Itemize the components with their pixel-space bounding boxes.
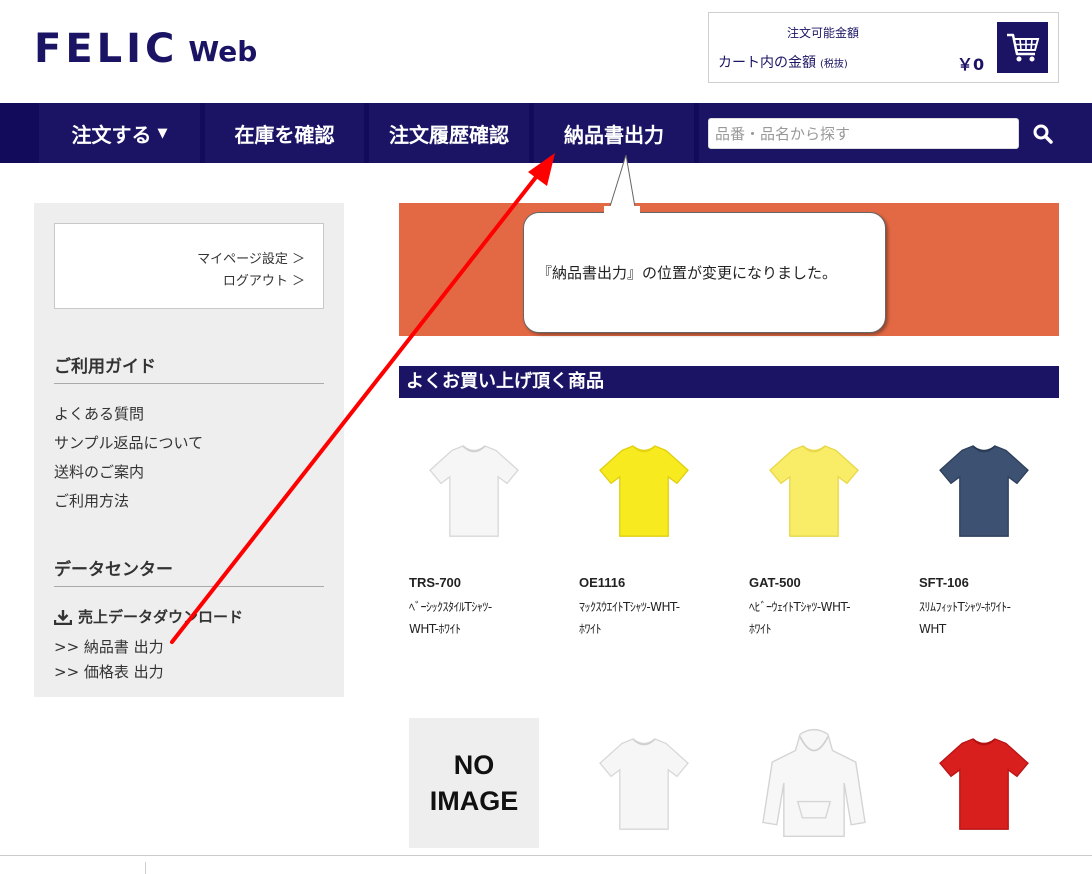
sidebar: マイページ設定 ＞ ログアウト ＞ ご利用ガイド よくある質問 サンプル返品につ… xyxy=(34,203,344,697)
product-code[interactable]: SFT-106 xyxy=(919,575,1049,590)
product-card[interactable]: SFT-106 ｽﾘﾑﾌｨｯﾄTｼｬﾂ-ﾎﾜｲﾄ- WHT xyxy=(919,425,1049,640)
yellow-tshirt-image[interactable] xyxy=(579,425,709,555)
nav-order-label: 注文する xyxy=(71,122,152,147)
light-yellow-tshirt-image[interactable] xyxy=(749,425,879,555)
white-tshirt-image[interactable] xyxy=(409,425,539,555)
search-icon[interactable] xyxy=(1029,120,1057,148)
navy-tshirt-image[interactable] xyxy=(919,425,1049,555)
product-card[interactable] xyxy=(749,718,879,848)
tax-note: (税抜) xyxy=(820,59,848,70)
main-nav: 注文する ▼ 在庫を確認 注文履歴確認 納品書出力 xyxy=(0,103,1092,163)
product-name[interactable]: ﾍﾞｰｼｯｸｽﾀｲﾙTｼｬﾂ- WHT-ﾎﾜｲﾄ xyxy=(409,596,539,640)
product-code[interactable]: TRS-700 xyxy=(409,575,539,590)
chevron-down-icon: ▼ xyxy=(157,125,168,141)
white-hoodie-image[interactable] xyxy=(749,718,879,848)
order-available-label: 注文可能金額 xyxy=(787,26,860,40)
white-tshirt-image[interactable] xyxy=(579,718,709,848)
popular-products-title: よくお買い上げ頂く商品 xyxy=(399,366,1059,398)
mypage-settings-link[interactable]: マイページ設定 ＞ xyxy=(197,248,305,267)
nav-order-history-label: 注文履歴確認 xyxy=(389,122,509,147)
price-list-output-link[interactable]: >> 価格表 出力 xyxy=(54,661,164,682)
cart-summary: 注文可能金額 カート内の金額 (税抜) ￥0 xyxy=(708,12,1059,83)
sales-data-download-label: 売上データダウンロード xyxy=(78,608,244,626)
product-card[interactable] xyxy=(579,718,709,848)
logout-link[interactable]: ログアウト ＞ xyxy=(223,270,305,289)
product-name[interactable]: ﾏｯｸｽｳｴｲﾄTｼｬﾂ-WHT- ﾎﾜｲﾄ xyxy=(579,596,709,640)
bottom-scrollbar[interactable] xyxy=(0,855,1092,874)
callout-text: 『納品書出力』の位置が変更になりました。 xyxy=(537,264,838,282)
sample-return-link[interactable]: サンプル返品について xyxy=(54,432,203,453)
cart-amount-label: カート内の金額 (税抜) xyxy=(718,55,848,71)
product-card[interactable]: GAT-500 ﾍﾋﾞｰｳｪｲﾄTｼｬﾂ-WHT- ﾎﾜｲﾄ xyxy=(749,425,879,640)
data-center-heading: データセンター xyxy=(54,555,324,587)
search-area xyxy=(699,103,1092,163)
cart-amount-value: ￥0 xyxy=(957,55,985,74)
notice-callout: 『納品書出力』の位置が変更になりました。 xyxy=(523,212,886,333)
mypage-box: マイページ設定 ＞ ログアウト ＞ xyxy=(54,223,324,309)
shipping-info-link[interactable]: 送料のご案内 xyxy=(54,461,144,482)
nav-stock[interactable]: 在庫を確認 xyxy=(205,103,364,163)
no-image-placeholder[interactable]: NO IMAGE xyxy=(409,718,539,848)
guide-heading: ご利用ガイド xyxy=(54,352,324,384)
logo-felic: FELIC xyxy=(34,26,179,72)
nav-order-history[interactable]: 注文履歴確認 xyxy=(369,103,529,163)
callout-tail-join xyxy=(604,206,640,218)
product-code[interactable]: GAT-500 xyxy=(749,575,879,590)
delivery-note-output-link[interactable]: >> 納品書 出力 xyxy=(54,636,164,657)
search-input[interactable] xyxy=(708,118,1019,149)
nav-delivery-note-label: 納品書出力 xyxy=(564,122,664,147)
product-name[interactable]: ﾍﾋﾞｰｳｪｲﾄTｼｬﾂ-WHT- ﾎﾜｲﾄ xyxy=(749,596,879,640)
nav-order[interactable]: 注文する ▼ xyxy=(39,103,200,163)
site-logo[interactable]: FELIC Web xyxy=(34,26,257,70)
bottom-divider xyxy=(145,862,146,874)
sales-data-download-link[interactable]: 売上データダウンロード xyxy=(54,606,243,627)
logo-web: Web xyxy=(188,35,258,68)
product-card[interactable]: NO IMAGE xyxy=(409,718,539,848)
product-code[interactable]: OE1116 xyxy=(579,575,709,590)
product-card[interactable]: OE1116 ﾏｯｸｽｳｴｲﾄTｼｬﾂ-WHT- ﾎﾜｲﾄ xyxy=(579,425,709,640)
download-icon xyxy=(54,609,72,625)
product-name[interactable]: ｽﾘﾑﾌｨｯﾄTｼｬﾂ-ﾎﾜｲﾄ- WHT xyxy=(919,596,1049,640)
faq-link[interactable]: よくある質問 xyxy=(54,403,144,424)
product-card[interactable]: TRS-700 ﾍﾞｰｼｯｸｽﾀｲﾙTｼｬﾂ- WHT-ﾎﾜｲﾄ xyxy=(409,425,539,640)
nav-stock-label: 在庫を確認 xyxy=(234,122,335,147)
nav-delivery-note[interactable]: 納品書出力 xyxy=(534,103,694,163)
shopping-cart-icon[interactable] xyxy=(997,22,1048,73)
red-tshirt-image[interactable] xyxy=(919,718,1049,848)
product-card[interactable] xyxy=(919,718,1049,848)
usage-guide-link[interactable]: ご利用方法 xyxy=(54,490,129,511)
